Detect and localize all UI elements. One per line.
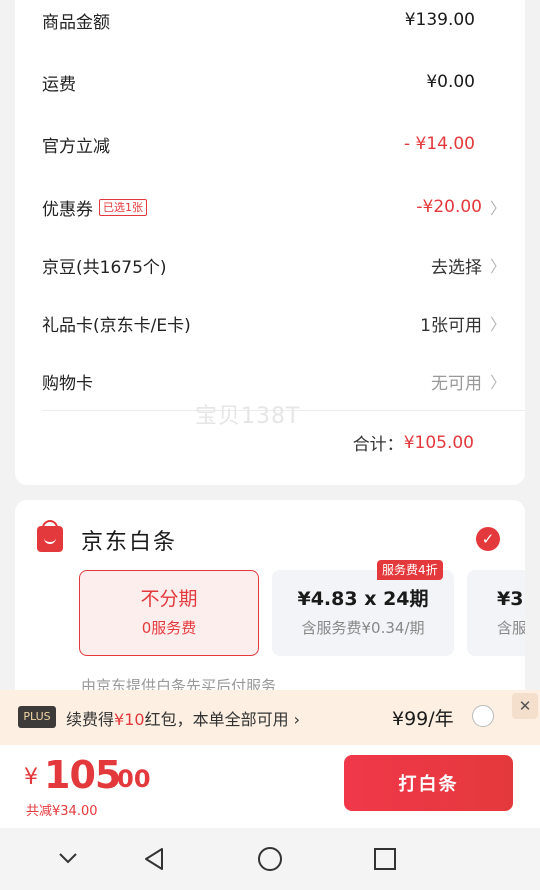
total-label: 合计： — [352, 435, 404, 455]
row-jingdou[interactable]: 京豆(共1675个) 去选择 〉 — [42, 245, 507, 285]
row-official-discount: 官方立减 - ¥14.00 — [42, 124, 500, 164]
plus-promo-bar: PLUS 续费得¥10红包，本单全部可用 › ¥99/年 ✕ — [0, 690, 540, 745]
row-goods-amount: 商品金额 ¥139.00 — [42, 0, 500, 40]
gift-card-label: 礼品卡(京东卡/E卡) — [42, 315, 191, 336]
coupon-value: -¥20.00 — [416, 197, 482, 217]
checkout-bar: ¥ 105 .00 共减¥34.00 打白条 — [0, 745, 540, 828]
shipping-value: ¥0.00 — [426, 72, 475, 92]
plus-promo-text[interactable]: 续费得¥10红包，本单全部可用 › — [66, 706, 300, 730]
chevron-right-icon: 〉 — [490, 257, 507, 276]
row-coupon[interactable]: 优惠券 已选1张 -¥20.00 〉 — [42, 187, 507, 227]
shopping-card-value: 无可用 — [431, 373, 482, 394]
goods-amount-value: ¥139.00 — [404, 10, 475, 30]
home-icon[interactable] — [257, 846, 283, 872]
option-title: ¥4.83 x 24期 — [297, 588, 429, 610]
price-decimal: .00 — [108, 765, 151, 793]
plus-text-highlight: ¥10 — [114, 710, 145, 729]
jingdou-value-group: 去选择 〉 — [431, 253, 507, 278]
installment-option-none[interactable]: 不分期 0服务费 — [79, 570, 259, 656]
goods-amount-label: 商品金额 — [42, 12, 110, 33]
baitiao-title: 京东白条 — [81, 530, 178, 555]
plus-price: ¥99/年 — [392, 708, 454, 730]
jingdou-value: 去选择 — [431, 257, 482, 278]
row-gift-card[interactable]: 礼品卡(京东卡/E卡) 1张可用 〉 — [42, 303, 507, 343]
fee-discount-badge: 服务费4折 — [377, 560, 443, 580]
plus-text-post: 红包，本单全部可用 — [144, 710, 289, 729]
baitiao-logo-icon — [37, 520, 63, 552]
chevron-right-icon: › — [288, 710, 301, 729]
official-discount-value: - ¥14.00 — [403, 134, 475, 154]
gift-card-value-group: 1张可用 〉 — [420, 311, 507, 336]
total-value: ¥105.00 — [403, 432, 474, 453]
recents-icon[interactable] — [372, 846, 398, 872]
row-shopping-card[interactable]: 购物卡 无可用 〉 — [42, 361, 507, 401]
coupon-selected-tag: 已选1张 — [99, 198, 147, 216]
chevron-right-icon: 〉 — [490, 315, 507, 334]
installment-option-more[interactable]: ¥3 含服务 — [467, 570, 525, 656]
plus-select-radio[interactable] — [472, 705, 494, 727]
chevron-right-icon: 〉 — [490, 373, 507, 392]
plus-text-pre: 续费得 — [66, 710, 115, 729]
chevron-down-icon[interactable] — [56, 846, 80, 870]
installment-option-24[interactable]: ¥4.83 x 24期 含服务费¥0.34/期 — [272, 570, 454, 656]
option-subtitle: 0服务费 — [141, 619, 197, 637]
option-title: ¥3 — [497, 588, 524, 610]
shopping-card-label: 购物卡 — [42, 373, 93, 394]
system-nav-bar — [0, 828, 540, 890]
coupon-label: 优惠券 — [42, 199, 93, 220]
pay-baitiao-button[interactable]: 打白条 — [344, 755, 513, 811]
shipping-label: 运费 — [42, 74, 76, 95]
plus-badge: PLUS — [18, 706, 56, 728]
price-currency-symbol: ¥ — [24, 765, 38, 790]
checkmark-icon[interactable]: ✓ — [476, 527, 500, 551]
option-subtitle: 含服务费¥0.34/期 — [301, 619, 425, 637]
row-shipping: 运费 ¥0.00 — [42, 62, 500, 102]
option-subtitle: 含服务 — [497, 619, 525, 637]
coupon-value-group: -¥20.00 〉 — [416, 195, 507, 219]
back-icon[interactable] — [142, 846, 168, 872]
watermark: 宝贝138T — [195, 404, 301, 429]
option-title: 不分期 — [140, 588, 198, 610]
gift-card-value: 1张可用 — [420, 315, 482, 336]
chevron-right-icon: 〉 — [490, 199, 507, 218]
total-line: 合计： ¥105.00 — [352, 430, 474, 456]
official-discount-label: 官方立减 — [42, 136, 110, 157]
jingdou-label: 京豆(共1675个) — [42, 257, 167, 278]
close-icon[interactable]: ✕ — [512, 693, 538, 719]
shopping-card-value-group: 无可用 〉 — [431, 369, 507, 394]
savings-text: 共减¥34.00 — [26, 804, 98, 819]
coupon-label-group: 优惠券 已选1张 — [42, 195, 147, 220]
